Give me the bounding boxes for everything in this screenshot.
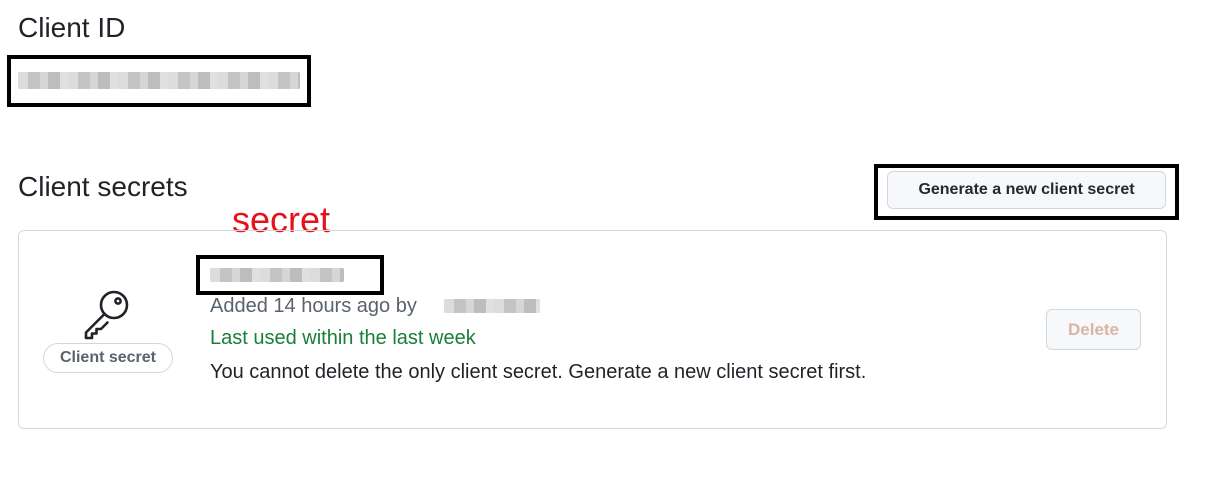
- secret-value-highlight-box: [196, 255, 384, 295]
- delete-secret-button[interactable]: Delete: [1046, 309, 1141, 350]
- cannot-delete-warning: You cannot delete the only client secret…: [210, 361, 867, 383]
- client-id-highlight-box: [7, 55, 311, 107]
- client-secret-badge: Client secret: [43, 343, 173, 373]
- client-secret-card: [18, 230, 1167, 429]
- secret-added-info: Added 14 hours ago by: [210, 295, 417, 317]
- secret-last-used-status: Last used within the last week: [210, 327, 476, 349]
- client-id-heading: Client ID: [18, 12, 126, 43]
- added-by-username-redacted: [444, 299, 540, 313]
- generate-button-highlight-box: [874, 164, 1179, 220]
- key-icon: [84, 290, 129, 340]
- client-secrets-heading: Client secrets: [18, 171, 188, 202]
